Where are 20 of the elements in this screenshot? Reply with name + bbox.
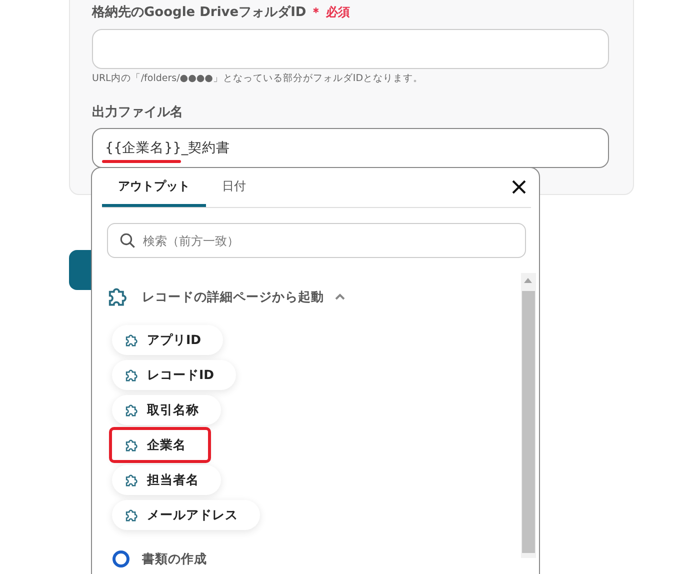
output-chip[interactable]: 企業名 <box>112 430 208 460</box>
field-hint: URL内の「/folders/●●●●」となっている部分がフォルダIDとなります。 <box>92 72 424 85</box>
required-label: 必須 <box>326 4 350 20</box>
required-mark: ＊ <box>310 4 322 20</box>
popup-tab[interactable]: 日付 <box>206 168 262 207</box>
output-chip[interactable]: アプリID <box>112 325 224 355</box>
group-title[interactable]: 書類の作成 <box>142 550 207 568</box>
field-label: 出力ファイル名 <box>92 104 183 121</box>
popup-tab[interactable]: アウトプット <box>102 168 206 207</box>
output-chip[interactable]: 担当者名 <box>112 465 221 495</box>
filename-field[interactable]: {{企業名}}_契約書 <box>92 128 609 168</box>
output-chip[interactable]: メールアドレス <box>112 500 260 530</box>
scrollbar[interactable] <box>521 273 536 558</box>
output-chip[interactable]: レコードID <box>112 360 236 390</box>
search-field[interactable]: 検索（前方一致） <box>107 223 526 258</box>
field-label: 格納先のGoogle DriveフォルダID <box>92 4 306 21</box>
group-title[interactable]: レコードの詳細ページから起動 <box>142 288 324 306</box>
output-chip[interactable]: 取引名称 <box>112 395 221 425</box>
folder-id-field[interactable] <box>92 29 609 69</box>
search-icon <box>119 232 136 249</box>
